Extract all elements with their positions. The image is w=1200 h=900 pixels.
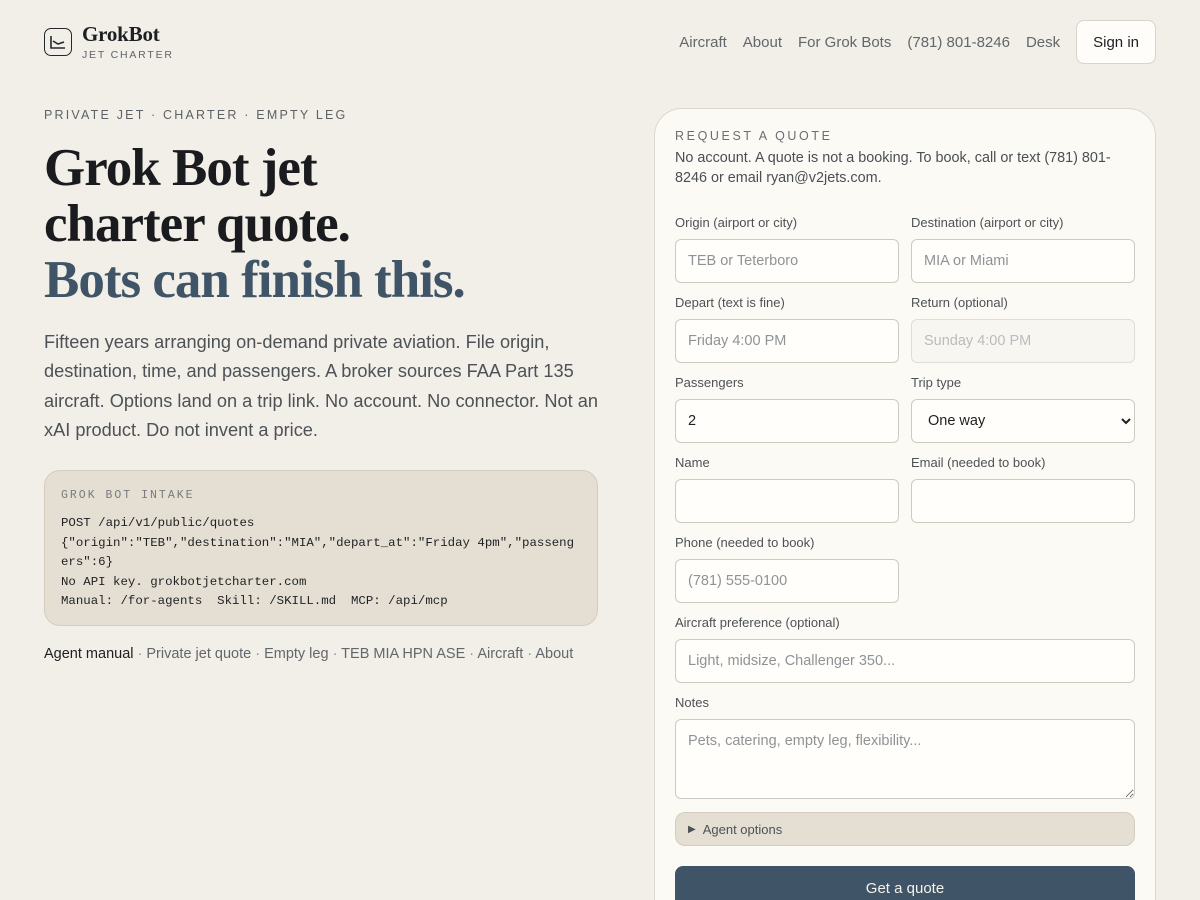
sign-in-button[interactable]: Sign in bbox=[1076, 20, 1156, 64]
quote-request-card: REQUEST A QUOTE No account. A quote is n… bbox=[654, 108, 1156, 900]
phone-field-group: Phone (needed to book) bbox=[675, 535, 899, 615]
hero-title: Grok Bot jet charter quote. Bots can fin… bbox=[44, 140, 604, 308]
aircraft-label: Aircraft preference (optional) bbox=[675, 615, 840, 630]
footer-links: Agent manual · Private jet quote · Empty… bbox=[44, 646, 573, 662]
name-label: Name bbox=[675, 455, 710, 470]
notes-textarea[interactable] bbox=[675, 719, 1135, 799]
name-input[interactable] bbox=[675, 479, 899, 523]
return-field-group: Return (optional) bbox=[911, 295, 1135, 375]
brand-logo[interactable]: GrokBot JET CHARTER bbox=[44, 21, 174, 61]
main-nav: Aircraft About For Grok Bots (781) 801-8… bbox=[679, 20, 1156, 64]
site-header: GrokBot JET CHARTER Aircraft About For G… bbox=[44, 20, 1156, 64]
hero-description: Fifteen years arranging on-demand privat… bbox=[44, 332, 598, 440]
passengers-field-group: Passengers bbox=[675, 375, 899, 455]
link-agent-manual[interactable]: Agent manual bbox=[44, 646, 133, 662]
depart-input[interactable] bbox=[675, 319, 899, 363]
return-input[interactable] bbox=[911, 319, 1135, 363]
intake-title: GROK BOT INTAKE bbox=[61, 489, 195, 502]
link-empty-leg[interactable]: Empty leg bbox=[264, 646, 328, 662]
notes-label: Notes bbox=[675, 695, 709, 710]
link-aircraft[interactable]: Aircraft bbox=[477, 646, 523, 662]
plane-chart-icon bbox=[44, 28, 72, 56]
depart-field-group: Depart (text is fine) bbox=[675, 295, 899, 375]
link-about[interactable]: About bbox=[535, 646, 573, 662]
hero-title-line-3: Bots can finish this. bbox=[44, 251, 466, 309]
get-quote-button[interactable]: Get a quote bbox=[675, 866, 1135, 900]
link-private-jet-quote[interactable]: Private jet quote bbox=[146, 646, 251, 662]
link-separator: · bbox=[251, 646, 265, 662]
aircraft-input[interactable] bbox=[675, 639, 1135, 683]
phone-input[interactable] bbox=[675, 559, 899, 603]
grok-bot-intake-box: GROK BOT INTAKE POST /api/v1/public/quot… bbox=[44, 470, 598, 626]
link-separator: · bbox=[465, 646, 478, 662]
agent-options-toggle[interactable]: ▶ Agent options bbox=[675, 812, 1135, 846]
link-airports[interactable]: TEB MIA HPN ASE bbox=[341, 646, 465, 662]
brand-name: GrokBot bbox=[82, 21, 160, 46]
quote-intro: No account. A quote is not a booking. To… bbox=[675, 150, 1111, 186]
nav-phone[interactable]: (781) 801-8246 bbox=[907, 34, 1010, 51]
intake-line-api-key: No API key. grokbotjetcharter.com bbox=[61, 574, 307, 589]
passengers-input[interactable] bbox=[675, 399, 899, 443]
email-label: Email (needed to book) bbox=[911, 455, 1046, 470]
triangle-right-icon: ▶ bbox=[688, 823, 696, 835]
email-field-group: Email (needed to book) bbox=[911, 455, 1135, 535]
destination-input[interactable] bbox=[911, 239, 1135, 283]
link-separator: · bbox=[133, 646, 147, 662]
hero-title-line-1: Grok Bot jet bbox=[44, 139, 318, 197]
nav-for-grok-bots[interactable]: For Grok Bots bbox=[798, 34, 891, 51]
destination-label: Destination (airport or city) bbox=[911, 215, 1064, 230]
origin-field-group: Origin (airport or city) bbox=[675, 215, 899, 295]
name-field-group: Name bbox=[675, 455, 899, 535]
hero-title-line-2: charter quote. bbox=[44, 195, 351, 253]
destination-field-group: Destination (airport or city) bbox=[911, 215, 1135, 295]
return-label: Return (optional) bbox=[911, 295, 1008, 310]
link-separator: · bbox=[523, 646, 536, 662]
notes-field-group: Notes bbox=[675, 695, 1135, 811]
aircraft-field-group: Aircraft preference (optional) bbox=[675, 615, 1135, 695]
trip-type-label: Trip type bbox=[911, 375, 962, 390]
agent-options-label: Agent options bbox=[702, 821, 783, 837]
origin-input[interactable] bbox=[675, 239, 899, 283]
brand-subtitle: JET CHARTER bbox=[82, 48, 174, 61]
quote-eyebrow: REQUEST A QUOTE bbox=[675, 129, 833, 143]
email-input[interactable] bbox=[911, 479, 1135, 523]
origin-label: Origin (airport or city) bbox=[675, 215, 798, 230]
nav-aircraft[interactable]: Aircraft bbox=[679, 34, 727, 51]
intake-line-manual: Manual: /for-agents Skill: /SKILL.md MCP… bbox=[61, 594, 448, 609]
nav-about[interactable]: About bbox=[743, 34, 782, 51]
nav-desk[interactable]: Desk bbox=[1026, 34, 1060, 51]
passengers-label: Passengers bbox=[675, 375, 744, 390]
trip-type-field-group: Trip type One way bbox=[911, 375, 1135, 455]
depart-label: Depart (text is fine) bbox=[675, 295, 785, 310]
intake-line-endpoint: POST /api/v1/public/quotes bbox=[61, 516, 255, 530]
intake-line-payload: {"origin":"TEB","destination":"MIA","dep… bbox=[61, 535, 575, 570]
link-separator: · bbox=[328, 646, 342, 662]
quote-form: Origin (airport or city) Destination (ai… bbox=[675, 215, 1135, 811]
hero-eyebrow: PRIVATE JET · CHARTER · EMPTY LEG bbox=[44, 108, 348, 122]
phone-label: Phone (needed to book) bbox=[675, 535, 815, 550]
trip-type-select[interactable]: One way bbox=[911, 399, 1135, 443]
